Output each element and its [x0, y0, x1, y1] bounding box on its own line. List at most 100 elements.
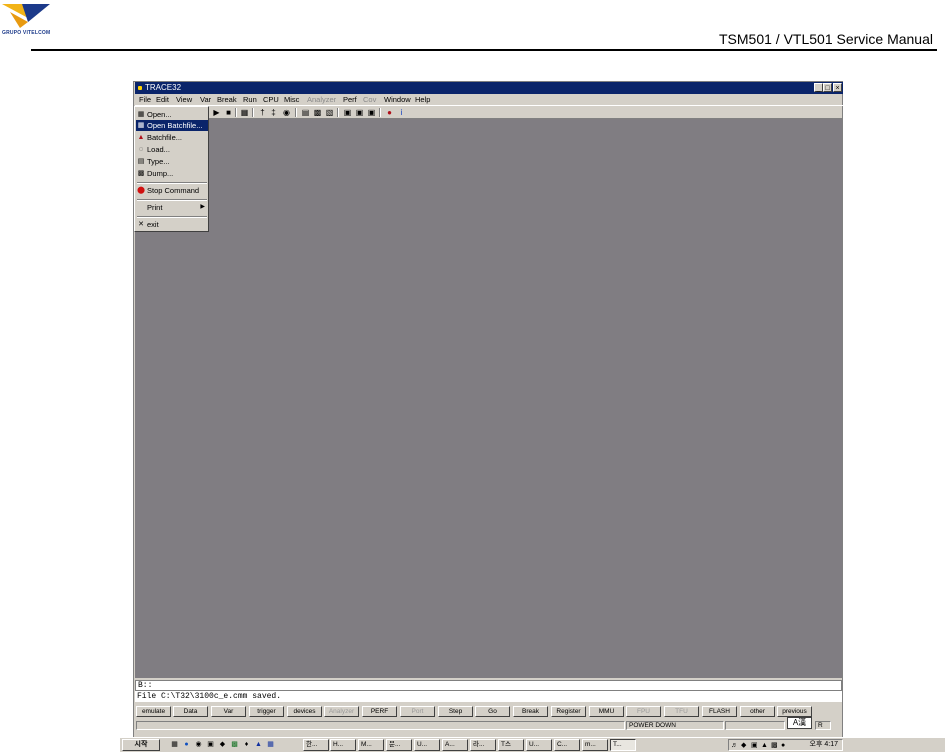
window-titlebar[interactable]: TRACE32 _ □ × — [135, 82, 843, 94]
chart3-icon[interactable]: ▣ — [367, 108, 376, 117]
file-menu-stop-command[interactable]: ⬤ Stop Command — [136, 185, 208, 196]
taskbar-item[interactable]: 라... — [470, 739, 496, 751]
tfu-button[interactable]: TFU — [664, 706, 699, 717]
tray-app-icon[interactable]: ▩ — [771, 741, 778, 750]
menu-window[interactable]: Window — [384, 94, 411, 105]
var-button[interactable]: Var — [211, 706, 246, 717]
message-line: File C:\T32\3100c_e.cmm saved. — [135, 691, 842, 702]
type-icon: ▤ — [137, 158, 145, 165]
file-menu-open-batchfile[interactable]: ▦ Open Batchfile... — [136, 120, 208, 131]
list-icon[interactable]: ▤ — [301, 108, 310, 117]
quicklaunch-excel-icon[interactable]: ▩ — [230, 740, 239, 749]
quicklaunch-word-icon[interactable]: ▦ — [266, 740, 275, 749]
quicklaunch-ie-icon[interactable]: ● — [182, 740, 191, 749]
tray-app-icon[interactable]: ◆ — [741, 741, 746, 750]
file-menu-type[interactable]: ▤ Type... — [136, 156, 208, 167]
file-menu-batchfile[interactable]: ▲ Batchfile... — [136, 132, 208, 143]
maximize-icon[interactable]: □ — [823, 83, 832, 92]
fpu-button[interactable]: FPU — [626, 706, 661, 717]
mmu-button[interactable]: MMU — [589, 706, 624, 717]
start-button[interactable]: 시작 — [122, 739, 160, 751]
taskbar-item[interactable]: m... — [582, 739, 608, 751]
menu-cov[interactable]: Cov — [363, 94, 376, 105]
status-field — [136, 721, 625, 730]
tray-app-icon[interactable]: ● — [781, 741, 785, 750]
emulate-button[interactable]: emulate — [136, 706, 171, 717]
ime-indicator[interactable]: A漢 — [787, 717, 812, 729]
analyzer-button[interactable]: Analyzer — [324, 706, 359, 717]
flash-button[interactable]: FLASH — [702, 706, 737, 717]
quicklaunch-app-icon[interactable]: ▣ — [206, 740, 215, 749]
chart-icon[interactable]: ▣ — [343, 108, 352, 117]
file-menu-dump[interactable]: ▩ Dump... — [136, 168, 208, 179]
step-button[interactable]: Step — [438, 706, 473, 717]
menu-run[interactable]: Run — [243, 94, 257, 105]
taskbar-item[interactable]: T스 — [498, 739, 524, 751]
port-button[interactable]: Port — [400, 706, 435, 717]
other-button[interactable]: other — [740, 706, 775, 717]
taskbar-item[interactable]: C... — [554, 739, 580, 751]
file-menu-load[interactable]: ◌ Load... — [136, 144, 208, 155]
menu-misc[interactable]: Misc — [284, 94, 299, 105]
previous-button[interactable]: previous — [777, 706, 812, 717]
status-field-2 — [725, 721, 785, 730]
menu-file[interactable]: File — [139, 94, 151, 105]
file-menu-open[interactable]: ▦ Open... — [136, 109, 208, 120]
breakpoint-list-icon[interactable]: ‡ — [269, 108, 278, 117]
data-button[interactable]: Data — [173, 706, 208, 717]
taskbar-item[interactable]: M... — [358, 739, 384, 751]
network-icon[interactable]: ▣ — [751, 741, 758, 750]
menu-analyzer[interactable]: Analyzer — [307, 94, 336, 105]
taskbar-item[interactable]: U... — [414, 739, 440, 751]
taskbar-item[interactable]: A... — [442, 739, 468, 751]
register-button[interactable]: Register — [551, 706, 586, 717]
open-batchfile-icon: ▦ — [137, 122, 145, 129]
taskbar-item[interactable]: U... — [526, 739, 552, 751]
quicklaunch-explorer-icon[interactable]: ▦ — [170, 740, 179, 749]
workspace[interactable] — [135, 119, 842, 678]
volume-icon[interactable]: ♬ — [731, 741, 738, 750]
menu-break[interactable]: Break — [217, 94, 237, 105]
menu-help[interactable]: Help — [415, 94, 430, 105]
menu-edit[interactable]: Edit — [156, 94, 169, 105]
menu-var[interactable]: Var — [200, 94, 211, 105]
menu-view[interactable]: View — [176, 94, 192, 105]
dump-icon: ▩ — [137, 170, 145, 177]
stop-square-icon[interactable]: ■ — [224, 108, 233, 117]
quicklaunch-tree-icon[interactable]: ▲ — [254, 740, 263, 749]
quicklaunch-app-icon[interactable]: ♦ — [242, 740, 251, 749]
info-icon[interactable]: i — [397, 108, 406, 117]
manual-title: TSM501 / VTL501 Service Manual — [719, 31, 933, 47]
clock[interactable]: 오후 4:17 — [810, 740, 838, 750]
file-menu-print[interactable]: Print ▶ — [136, 202, 208, 213]
trigger-button[interactable]: trigger — [249, 706, 284, 717]
disassemble-icon[interactable]: ▦ — [240, 108, 249, 117]
perf-button[interactable]: PERF — [362, 706, 397, 717]
grid-icon[interactable]: ▩ — [313, 108, 322, 117]
toolbar-separator — [235, 108, 237, 117]
chip-icon[interactable]: ● — [385, 108, 394, 117]
menu-cpu[interactable]: CPU — [263, 94, 279, 105]
taskbar-item-trace32[interactable]: T... — [610, 739, 636, 751]
taskbar-item[interactable]: 한... — [303, 739, 329, 751]
register-icon[interactable]: ▧ — [325, 108, 334, 117]
quicklaunch-app-icon[interactable]: ◆ — [218, 740, 227, 749]
minimize-icon[interactable]: _ — [814, 83, 823, 92]
open-file-icon: ▦ — [137, 111, 145, 118]
taskbar-item[interactable]: 문... — [386, 739, 412, 751]
go-icon[interactable]: ▶ — [212, 108, 221, 117]
command-input[interactable]: B:: — [135, 680, 842, 691]
logo-text: GRUPO VITELCOM — [2, 30, 51, 36]
file-menu-exit[interactable]: ✕ exit — [136, 219, 208, 230]
chart2-icon[interactable]: ▣ — [355, 108, 364, 117]
close-icon[interactable]: × — [833, 83, 842, 92]
break-button[interactable]: Break — [513, 706, 548, 717]
go-button[interactable]: Go — [475, 706, 510, 717]
devices-button[interactable]: devices — [287, 706, 322, 717]
tray-app-icon[interactable]: ▲ — [761, 741, 768, 750]
taskbar-item[interactable]: H... — [330, 739, 356, 751]
quicklaunch-app-icon[interactable]: ◉ — [194, 740, 203, 749]
globe-icon[interactable]: ◉ — [282, 108, 291, 117]
breakpoint-icon[interactable]: † — [258, 108, 267, 117]
menu-perf[interactable]: Perf — [343, 94, 357, 105]
